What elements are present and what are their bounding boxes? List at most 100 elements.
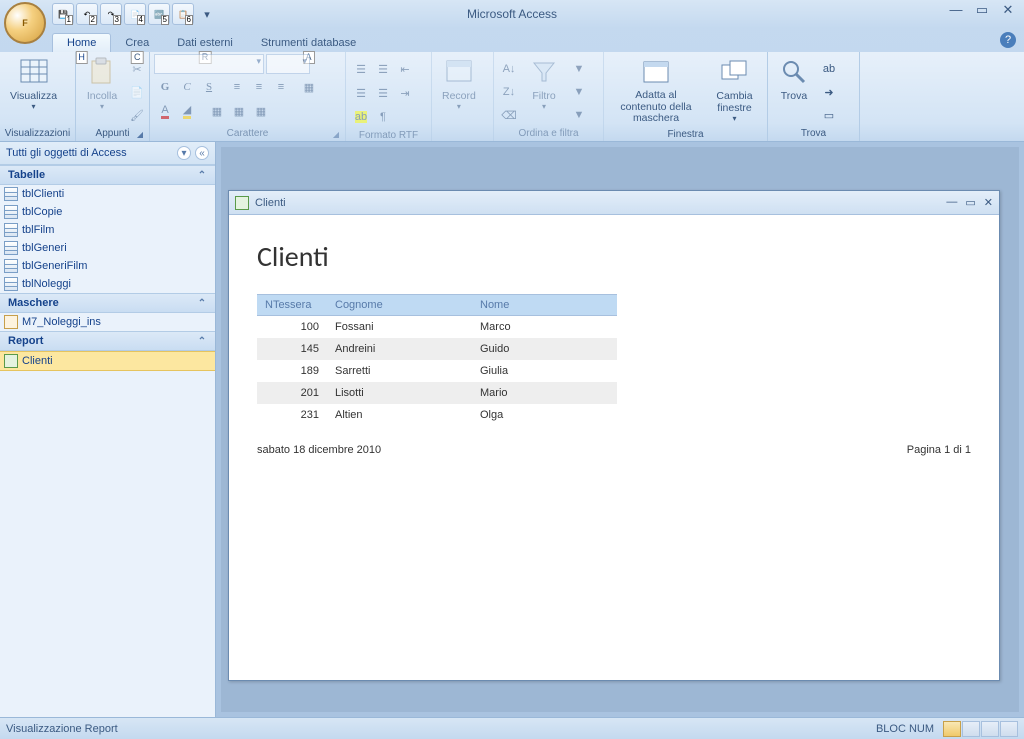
view-design-button[interactable] [1000, 721, 1018, 737]
visualizza-button[interactable]: Visualizza▾ [4, 54, 63, 113]
nav-item-clienti[interactable]: Clienti [0, 351, 215, 371]
highlight-icon[interactable]: ab [350, 106, 372, 128]
mdi-window-clienti: Clienti — ▭ ✕ Clienti NTessera Cognome N… [228, 190, 1000, 681]
list-icon[interactable]: ☰ [350, 82, 372, 104]
gridlines-icon[interactable]: ▦ [298, 76, 320, 98]
qat-save-icon[interactable]: 💾1 [52, 3, 74, 25]
trova-button[interactable]: Trova [772, 54, 816, 104]
launcher-icon[interactable]: ◢ [137, 130, 143, 139]
chevron-up-icon[interactable]: ⌃ [197, 170, 207, 181]
list2-icon[interactable]: ☰ [372, 82, 394, 104]
mdi-minimize-button[interactable]: — [946, 196, 957, 209]
titlebar: F 💾1 ↶2 ↷3 📄4 🔤5 📋6 ▾ Microsoft Access —… [0, 0, 1024, 28]
minimize-button[interactable]: — [946, 3, 966, 19]
bullets-icon[interactable]: ☰ [350, 58, 372, 80]
toggle-filter-icon[interactable]: ▼ [568, 104, 590, 126]
nav-group-report[interactable]: Report⌃ [0, 331, 215, 351]
restore-button[interactable]: ▭ [972, 3, 992, 19]
align-center-icon[interactable]: ≡ [248, 76, 270, 98]
table-row: 145AndreiniGuido [257, 338, 617, 360]
qat-item-6[interactable]: 📋6 [172, 3, 194, 25]
nav-item-tblfilm[interactable]: tblFilm [0, 221, 215, 239]
nav-group-maschere[interactable]: Maschere⌃ [0, 293, 215, 313]
font-size-dropdown[interactable] [266, 54, 310, 74]
report-body: Clienti NTessera Cognome Nome 100Fossani… [229, 215, 999, 680]
launcher-icon[interactable]: ◢ [333, 130, 339, 139]
filter-icon [528, 56, 560, 88]
grid-style3[interactable]: ▦ [250, 100, 272, 122]
switch-windows-icon [719, 56, 751, 88]
table-icon [4, 187, 18, 201]
cambia-finestre-button[interactable]: Cambia finestre▾ [706, 54, 763, 125]
cut-icon[interactable]: ✂ [126, 58, 148, 80]
report-icon [235, 196, 249, 210]
ribbon: Visualizza▾ Visualizzazioni Incolla▾ ✂ 📄… [0, 52, 1024, 142]
sort-desc-icon[interactable]: Z↓ [498, 81, 520, 103]
filtro-button[interactable]: Filtro▾ [522, 54, 566, 113]
status-view-mode: Visualizzazione Report [6, 723, 118, 735]
incolla-button[interactable]: Incolla▾ [80, 54, 124, 113]
tab-strumenti-database[interactable]: Strumenti databaseA [247, 34, 370, 52]
office-button[interactable]: F [4, 2, 46, 44]
advanced-filter-icon[interactable]: ▼ [568, 81, 590, 103]
align-left-icon[interactable]: ≡ [226, 76, 248, 98]
qat-redo-icon[interactable]: ↷3 [100, 3, 122, 25]
qat-item-5[interactable]: 🔤5 [148, 3, 170, 25]
nav-item-tblgenerifilm[interactable]: tblGeneriFilm [0, 257, 215, 275]
record-button[interactable]: Record▾ [436, 54, 482, 113]
report-page: Pagina 1 di 1 [907, 444, 971, 456]
mdi-titlebar[interactable]: Clienti — ▭ ✕ [229, 191, 999, 215]
nav-item-tblgeneri[interactable]: tblGeneri [0, 239, 215, 257]
qat-undo-icon[interactable]: ↶2 [76, 3, 98, 25]
view-layout-button[interactable] [981, 721, 999, 737]
underline-button[interactable]: S [198, 76, 220, 98]
nav-item-tblclienti[interactable]: tblClienti [0, 185, 215, 203]
nav-header[interactable]: Tutti gli oggetti di Access ▾« [0, 142, 215, 165]
mdi-maximize-button[interactable]: ▭ [965, 196, 975, 209]
tab-home[interactable]: HomeH [52, 33, 111, 52]
nav-item-m7_noleggi_ins[interactable]: M7_Noleggi_ins [0, 313, 215, 331]
replace-icon[interactable]: ab [818, 58, 840, 80]
font-color-icon[interactable]: A [154, 100, 176, 122]
italic-button[interactable]: C [176, 76, 198, 98]
numbering-icon[interactable]: ☰ [372, 58, 394, 80]
goto-icon[interactable]: ➜ [818, 81, 840, 103]
close-button[interactable]: ✕ [998, 3, 1018, 19]
qat-more-icon[interactable]: ▾ [196, 3, 218, 25]
paste-icon [86, 56, 118, 88]
grid-style1[interactable]: ▦ [206, 100, 228, 122]
nav-dropdown-icon[interactable]: ▾ [177, 146, 191, 160]
fill-color-icon[interactable]: ◢ [176, 100, 198, 122]
nav-collapse-icon[interactable]: « [195, 146, 209, 160]
nav-group-tabelle[interactable]: Tabelle⌃ [0, 165, 215, 185]
chevron-up-icon[interactable]: ⌃ [197, 336, 207, 347]
app-title: Microsoft Access [467, 7, 557, 21]
select-icon[interactable]: ▭ [818, 104, 840, 126]
align-right-icon[interactable]: ≡ [270, 76, 292, 98]
view-report-button[interactable] [943, 721, 961, 737]
clear-sort-icon[interactable]: ⌫ [498, 104, 520, 126]
adatta-button[interactable]: Adatta al contenuto della maschera [608, 54, 704, 127]
bold-button[interactable]: G [154, 76, 176, 98]
qat-item-4[interactable]: 📄4 [124, 3, 146, 25]
nav-item-tblcopie[interactable]: tblCopie [0, 203, 215, 221]
copy-icon[interactable]: 📄 [126, 81, 148, 103]
chevron-up-icon[interactable]: ⌃ [197, 298, 207, 309]
grid-style2[interactable]: ▦ [228, 100, 250, 122]
ribbon-tabstrip: HomeH CreaC Dati esterniR Strumenti data… [0, 28, 1024, 52]
font-family-dropdown[interactable] [154, 54, 264, 74]
help-button[interactable]: ? [1000, 32, 1016, 48]
nav-item-tblnoleggi[interactable]: tblNoleggi [0, 275, 215, 293]
fit-form-icon [640, 56, 672, 88]
indent-inc-icon[interactable]: ⇥ [394, 82, 416, 104]
col-nome: Nome [472, 295, 617, 316]
selection-filter-icon[interactable]: ▼ [568, 58, 590, 80]
view-print-button[interactable] [962, 721, 980, 737]
mdi-close-button[interactable]: ✕ [984, 196, 993, 209]
tab-dati-esterni[interactable]: Dati esterniR [163, 34, 247, 52]
tab-crea[interactable]: CreaC [111, 34, 163, 52]
format-painter-icon[interactable]: 🖌 [126, 104, 148, 126]
sort-asc-icon[interactable]: A↓ [498, 58, 520, 80]
rtl-icon[interactable]: ¶ [372, 106, 394, 128]
indent-dec-icon[interactable]: ⇤ [394, 58, 416, 80]
